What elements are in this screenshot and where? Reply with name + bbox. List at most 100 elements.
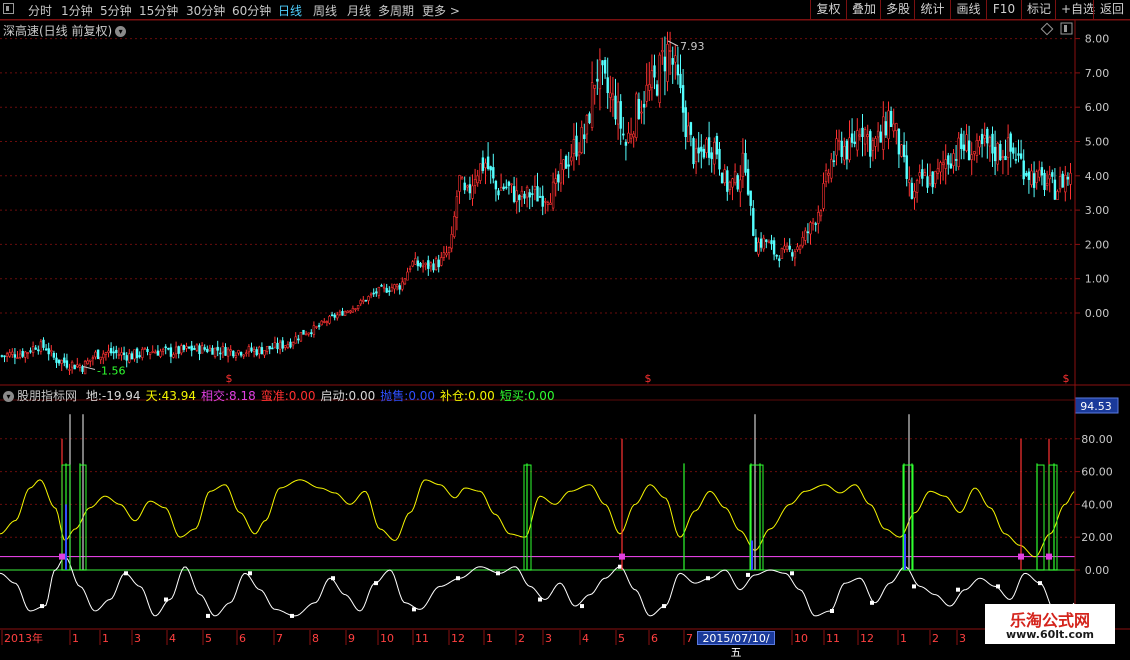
period-tab-1[interactable]: 1分钟: [61, 2, 93, 19]
candle-body: [219, 352, 222, 355]
candle-body: [481, 157, 485, 171]
candle-body: [908, 179, 911, 183]
toolbar-button-6[interactable]: 标记: [1021, 0, 1055, 19]
chart-canvas[interactable]: 8.00 7.00 6.00 5.00 4.00 3.00 2.00 1.00 0.00 7.9…: [0, 0, 1130, 650]
toolbar-button-0[interactable]: 复权: [810, 0, 846, 19]
period-tab-2[interactable]: 5分钟: [100, 2, 132, 19]
candle-body: [603, 59, 607, 74]
candle-body: [291, 342, 295, 346]
candle-body: [341, 311, 344, 316]
period-tab-9[interactable]: 多周期: [378, 2, 414, 19]
toolbar-button-4[interactable]: 画线: [950, 0, 986, 19]
candle-body: [167, 347, 170, 350]
candle-body: [401, 281, 404, 290]
toolbar-menu-icon[interactable]: [3, 3, 14, 14]
candle-body: [421, 265, 425, 268]
candle-body: [229, 349, 232, 352]
candle-body: [806, 231, 810, 234]
candle-body: [47, 348, 50, 355]
candle-body: [187, 346, 191, 349]
period-tab-5[interactable]: 60分钟: [232, 2, 271, 19]
toolbar-button-8[interactable]: 返回: [1093, 0, 1130, 19]
candle-body: [364, 299, 368, 302]
candle-body: [1056, 191, 1059, 201]
candle-body: [531, 193, 534, 195]
candle-body: [845, 140, 849, 160]
candle-body: [390, 287, 394, 292]
signal-square: [206, 613, 210, 618]
period-tab-6[interactable]: 日线: [278, 2, 302, 19]
indicator-collapse-icon[interactable]: ▾: [3, 391, 14, 402]
candle-body: [148, 352, 152, 355]
candle-body: [590, 82, 594, 128]
period-tab-8[interactable]: 月线: [347, 2, 371, 19]
time-label: 2: [518, 632, 525, 645]
chevron-down-icon[interactable]: ▾: [115, 26, 127, 37]
candle-body: [879, 131, 882, 143]
toolbar-button-5[interactable]: F10: [986, 0, 1021, 19]
candle-body: [471, 185, 474, 199]
candle-body: [684, 107, 687, 138]
candle-body: [741, 152, 745, 177]
candle-body: [796, 246, 799, 250]
toolbar-button-1[interactable]: 叠加: [846, 0, 880, 19]
time-label: 3: [959, 632, 966, 645]
y-tick-label: 4.00: [1085, 170, 1110, 183]
period-tab-0[interactable]: 分时: [28, 2, 52, 19]
candle-body: [520, 190, 524, 197]
candle-body: [541, 195, 544, 207]
candle-body: [356, 305, 360, 309]
candle-body: [757, 241, 760, 255]
period-tab-3[interactable]: 15分钟: [139, 2, 178, 19]
candle-body: [320, 320, 323, 326]
candle-body: [567, 164, 570, 167]
candle-body: [718, 148, 721, 170]
candle-body: [380, 284, 383, 287]
cross-marker: [619, 553, 625, 560]
candle-body: [96, 349, 100, 359]
candle-body: [294, 336, 297, 344]
period-tab-7[interactable]: 周线: [313, 2, 337, 19]
toolbar-button-2[interactable]: 多股: [880, 0, 914, 19]
candle-body: [549, 202, 552, 205]
candle-body: [970, 154, 973, 160]
period-tab-4[interactable]: 30分钟: [186, 2, 225, 19]
candle-body: [359, 300, 362, 305]
time-label: 1: [900, 632, 907, 645]
indicator-name[interactable]: 股朋指标网: [17, 389, 77, 403]
candle-body: [640, 111, 643, 114]
candle-body: [583, 134, 586, 140]
candle-body: [658, 54, 661, 103]
candle-body: [653, 65, 656, 78]
candle-body: [910, 182, 914, 199]
candle-body: [772, 240, 776, 255]
candle-body: [882, 116, 885, 150]
signal-square: [996, 584, 1000, 589]
indicator-field-7: 短买:0.00: [499, 389, 555, 403]
candle-body: [310, 332, 313, 335]
candle-body: [1025, 173, 1028, 176]
chart-frame: 2013年113456789101112123456789101112123: [0, 19, 1130, 645]
time-label: 10: [794, 632, 808, 645]
candle-body: [50, 350, 53, 353]
candle-body: [224, 347, 227, 356]
candle-body: [900, 144, 903, 157]
candle-body: [585, 115, 589, 135]
candle-body: [892, 123, 895, 132]
candle-body: [609, 92, 612, 98]
time-label: 7: [686, 632, 693, 645]
candle-body: [245, 352, 248, 355]
candle-body: [562, 159, 565, 170]
candle-body: [159, 350, 162, 357]
toolbar-button-7[interactable]: +自选: [1055, 0, 1095, 19]
candle-body: [655, 84, 659, 96]
period-tab-10[interactable]: 更多 >: [422, 2, 460, 19]
toolbar-button-3[interactable]: 统计: [914, 0, 950, 19]
candle-body: [416, 260, 420, 267]
candle-body: [34, 347, 37, 350]
candle-body: [315, 326, 318, 328]
candle-body: [476, 175, 479, 184]
time-label: 12: [451, 632, 465, 645]
candle-body: [52, 352, 56, 358]
candle-body: [242, 354, 245, 357]
